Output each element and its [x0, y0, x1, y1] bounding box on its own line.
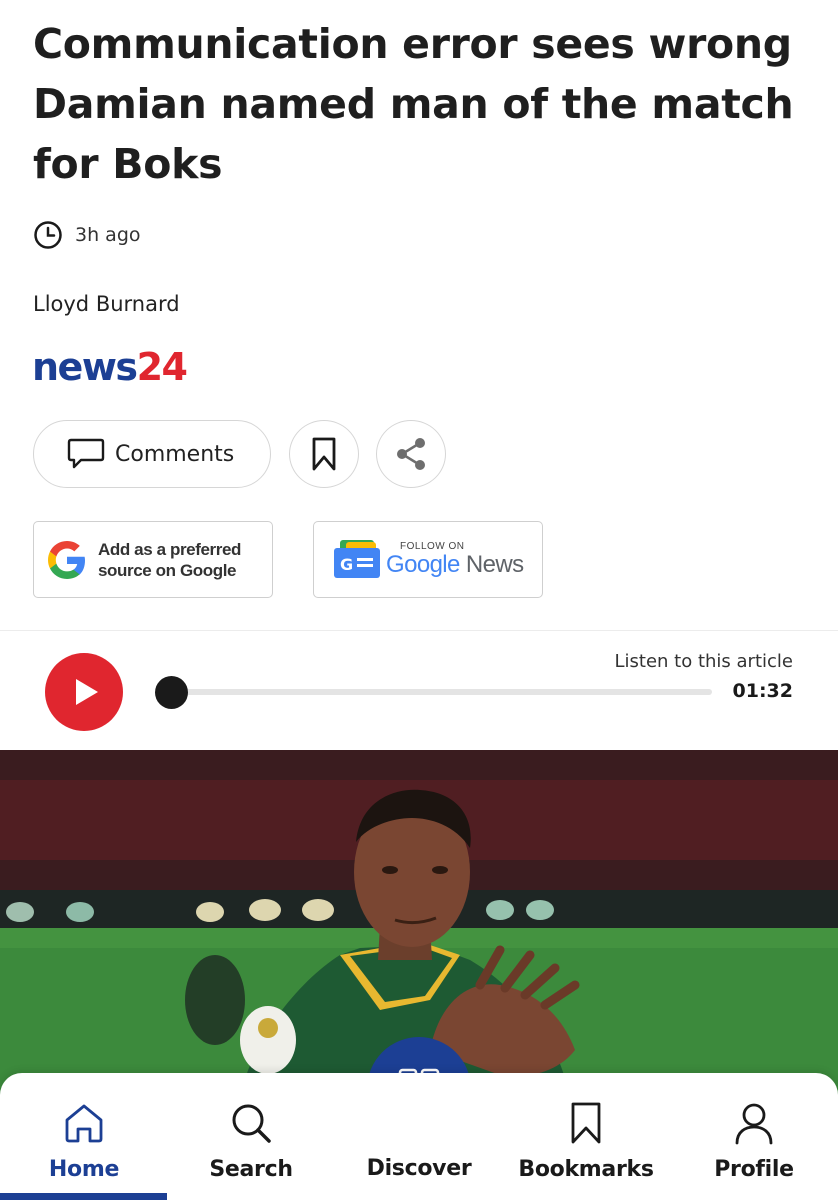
nav-search-label: Search: [209, 1157, 293, 1182]
news-wordmark: News: [465, 551, 524, 578]
share-icon: [397, 438, 425, 470]
nav-discover[interactable]: Discover: [358, 1073, 480, 1200]
audio-duration: 01:32: [732, 680, 793, 702]
play-icon: [76, 679, 98, 705]
follow-google-news-badge[interactable]: G FOLLOW ON Google News: [313, 521, 543, 598]
comment-bubble-icon: [67, 438, 105, 469]
comments-button[interactable]: Comments: [33, 420, 271, 488]
article-headline: Communication error sees wrong Damian na…: [33, 20, 794, 188]
bookmark-button[interactable]: [289, 420, 359, 488]
nav-home[interactable]: Home: [28, 1073, 140, 1200]
google-news-icon: G: [332, 538, 382, 582]
nav-profile[interactable]: Profile: [698, 1073, 810, 1200]
audio-player: Listen to this article 01:32: [0, 630, 838, 748]
nav-profile-label: Profile: [714, 1157, 794, 1182]
bottom-navigation: Home Search Discover Bookmarks Profile: [0, 1073, 838, 1200]
nav-bookmarks-label: Bookmarks: [518, 1157, 654, 1182]
preferred-source-google-badge[interactable]: Add as a preferred source on Google: [33, 521, 273, 598]
comments-label: Comments: [115, 441, 235, 467]
preferred-source-text: Add as a preferred source on Google: [98, 539, 241, 581]
audio-progress-handle[interactable]: [155, 676, 188, 709]
listen-label: Listen to this article: [614, 651, 794, 672]
svg-text:G: G: [340, 555, 353, 574]
nav-home-label: Home: [48, 1157, 120, 1182]
news24-logo[interactable]: news24: [32, 345, 188, 389]
preferred-source-line1: Add as a preferred: [98, 539, 242, 559]
bookmark-icon: [571, 1102, 601, 1144]
play-button[interactable]: [45, 653, 123, 731]
nav-bookmarks[interactable]: Bookmarks: [516, 1073, 656, 1200]
active-tab-indicator: [0, 1193, 167, 1200]
google-g-icon: [48, 540, 85, 579]
clock-icon: [34, 221, 62, 249]
home-icon: [65, 1104, 103, 1143]
nav-discover-label: Discover: [366, 1156, 472, 1181]
google-wordmark: Google: [386, 551, 460, 578]
google-news-text: FOLLOW ON Google News: [386, 541, 524, 578]
profile-icon: [735, 1103, 773, 1145]
time-ago-text: 3h ago: [75, 224, 141, 246]
search-icon: [232, 1104, 271, 1143]
author-name: Lloyd Burnard: [33, 292, 180, 316]
audio-progress-track[interactable]: [170, 689, 712, 695]
nav-search[interactable]: Search: [195, 1073, 307, 1200]
preferred-source-line2: source on Google: [98, 560, 237, 580]
share-button[interactable]: [376, 420, 446, 488]
publish-time: 3h ago: [33, 220, 141, 250]
google-news-wordmark: Google News: [386, 552, 524, 578]
brand-part-news: news: [32, 345, 138, 389]
brand-part-24: 24: [136, 345, 188, 389]
bookmark-icon: [312, 437, 336, 471]
